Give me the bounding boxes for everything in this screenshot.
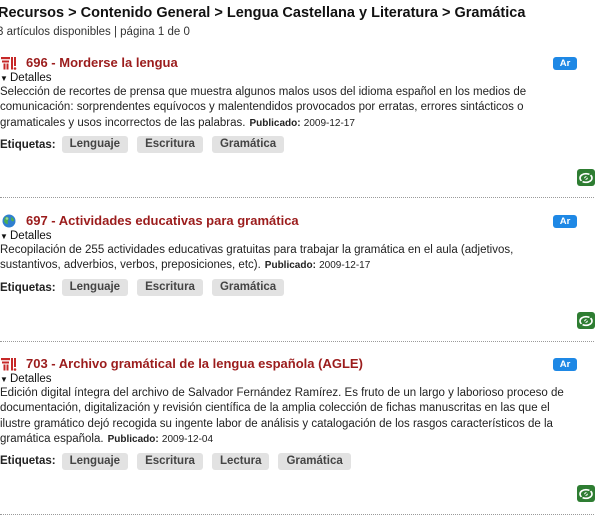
tag-gramatica[interactable]: Gramática xyxy=(211,279,285,297)
tag-lenguaje[interactable]: Lenguaje xyxy=(61,136,129,154)
tags-row: Etiquetas: Lenguaje Escritura Gramática xyxy=(0,135,580,155)
article-title-link[interactable]: 703 - Archivo gramátical de la lengua es… xyxy=(26,356,363,371)
published-date: 2009-12-17 xyxy=(319,260,371,272)
share-button[interactable] xyxy=(577,312,595,329)
details-toggle[interactable]: ▼ Detalles xyxy=(0,72,580,85)
published-label: Publicado: xyxy=(264,260,316,272)
share-icon xyxy=(579,315,593,326)
article-item: 696 - Morderse la lengua Ar ▼ Detalles Se… xyxy=(0,55,580,155)
language-badge: Ar xyxy=(553,57,577,70)
description-text: Recopilación de 255 actividades educativ… xyxy=(0,244,514,272)
details-toggle[interactable]: ▼ Detalles xyxy=(0,373,580,386)
tags-row: Etiquetas: Lenguaje Escritura Gramática xyxy=(0,278,580,298)
triangle-down-icon: ▼ xyxy=(0,74,8,83)
share-icon xyxy=(579,172,593,183)
tag-gramatica[interactable]: Gramática xyxy=(211,136,285,154)
breadcrumb: Recursos > Contenido General > Lengua Ca… xyxy=(0,5,526,21)
cervantes-logo-icon xyxy=(1,57,17,70)
tag-escritura[interactable]: Escritura xyxy=(137,452,203,470)
divider xyxy=(0,197,594,198)
article-item: 703 - Archivo gramátical de la lengua es… xyxy=(0,356,580,471)
triangle-down-icon: ▼ xyxy=(0,375,8,384)
cervantes-logo-icon xyxy=(1,358,17,371)
divider xyxy=(0,514,594,515)
published-date: 2009-12-17 xyxy=(303,117,355,129)
tags-label: Etiquetas: xyxy=(0,138,56,151)
published-label: Publicado: xyxy=(249,117,301,129)
tag-lenguaje[interactable]: Lenguaje xyxy=(61,279,129,297)
published-date: 2009-12-04 xyxy=(161,433,214,445)
tags-label: Etiquetas: xyxy=(0,455,56,468)
article-description: Recopilación de 255 actividades educativ… xyxy=(0,243,575,274)
description-text: Edición digital íntegra del archivo de S… xyxy=(0,387,564,445)
tags-label: Etiquetas: xyxy=(0,281,56,294)
globe-icon xyxy=(2,214,16,228)
article-title-link[interactable]: 696 - Morderse la lengua xyxy=(26,55,178,70)
published-label: Publicado: xyxy=(107,433,159,445)
divider xyxy=(0,341,594,342)
tag-lenguaje[interactable]: Lenguaje xyxy=(61,452,129,470)
tags-row: Etiquetas: Lenguaje Escritura Lectura Gr… xyxy=(0,451,580,471)
article-title-link[interactable]: 697 - Actividades educativas para gramát… xyxy=(26,213,299,228)
details-label: Detalles xyxy=(10,373,52,385)
details-toggle[interactable]: ▼ Detalles xyxy=(0,230,580,243)
article-description: Selección de recortes de prensa que mues… xyxy=(0,85,575,131)
article-item: 697 - Actividades educativas para gramát… xyxy=(0,213,580,298)
triangle-down-icon: ▼ xyxy=(0,232,8,241)
tag-lectura[interactable]: Lectura xyxy=(211,452,270,470)
tag-escritura[interactable]: Escritura xyxy=(137,279,203,297)
tag-escritura[interactable]: Escritura xyxy=(137,136,203,154)
share-button[interactable] xyxy=(577,169,595,186)
results-summary: 3 artículos disponibles | página 1 de 0 xyxy=(0,26,190,38)
language-badge: Ar xyxy=(553,215,577,228)
tag-gramatica[interactable]: Gramática xyxy=(278,452,351,470)
details-label: Detalles xyxy=(10,72,52,84)
share-button[interactable] xyxy=(577,485,595,502)
article-description: Edición digital íntegra del archivo de S… xyxy=(0,386,575,447)
language-badge: Ar xyxy=(553,358,577,371)
share-icon xyxy=(579,488,593,499)
details-label: Detalles xyxy=(10,230,52,242)
